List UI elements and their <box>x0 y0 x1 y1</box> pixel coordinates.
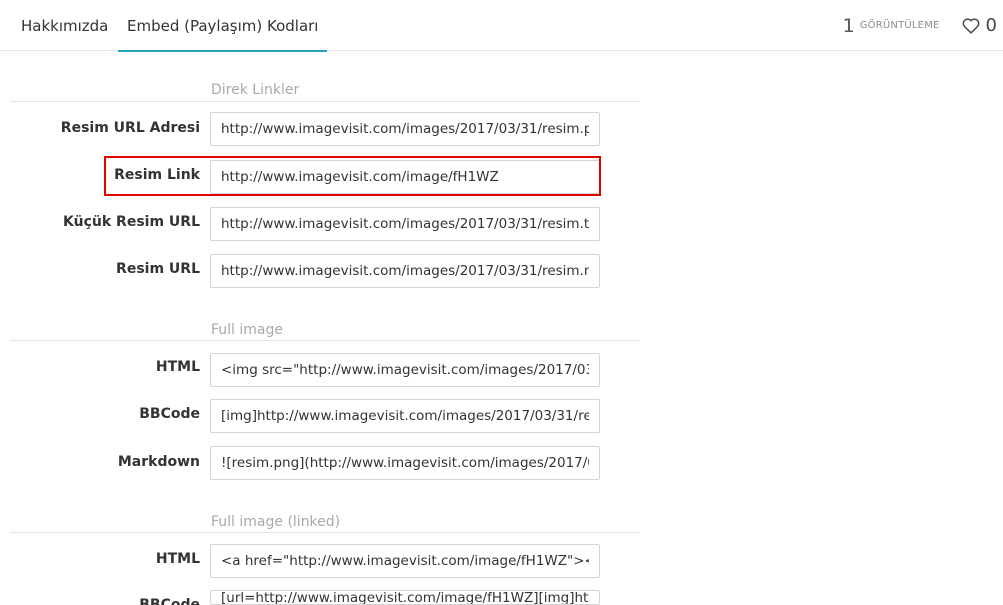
image-stats: 1 GÖRÜNTÜLEME 0 <box>843 0 997 51</box>
like-button[interactable]: 0 <box>962 15 997 36</box>
label-linked-bbcode: BBCode <box>139 597 200 605</box>
section-divider <box>10 101 640 102</box>
label-thumbnail-url: Küçük Resim URL <box>63 214 200 230</box>
section-title-direct-links: Direk Linkler <box>211 82 300 98</box>
tab-embed-codes[interactable]: Embed (Paylaşım) Kodları <box>118 0 327 52</box>
views-label: GÖRÜNTÜLEME <box>859 20 940 31</box>
full-bbcode-field[interactable] <box>210 399 600 433</box>
label-image-url: Resim URL Adresi <box>60 120 200 136</box>
medium-url-field[interactable] <box>210 254 600 288</box>
linked-bbcode-field[interactable] <box>210 590 600 605</box>
section-divider <box>10 532 640 533</box>
label-html: HTML <box>155 359 200 375</box>
likes-count: 0 <box>985 15 997 36</box>
heart-icon <box>962 17 979 34</box>
tab-about[interactable]: Hakkımızda <box>21 0 108 51</box>
views-count: 1 <box>842 14 855 37</box>
thumbnail-url-field[interactable] <box>210 207 600 241</box>
section-title-full-image: Full image <box>211 322 283 338</box>
image-url-field[interactable] <box>210 112 600 146</box>
full-html-field[interactable] <box>210 353 600 387</box>
label-linked-html: HTML <box>155 551 200 567</box>
highlight-annotation <box>104 156 601 196</box>
linked-html-field[interactable] <box>210 544 600 578</box>
section-title-full-image-linked: Full image (linked) <box>211 514 341 530</box>
embed-codes-page: Hakkımızda Embed (Paylaşım) Kodları 1 GÖ… <box>0 0 1003 605</box>
tab-bar: Hakkımızda Embed (Paylaşım) Kodları 1 GÖ… <box>0 0 1003 52</box>
label-medium-url: Resim URL <box>116 261 200 277</box>
full-markdown-field[interactable] <box>210 446 600 480</box>
label-bbcode: BBCode <box>139 406 200 422</box>
section-divider <box>10 340 640 341</box>
label-markdown: Markdown <box>117 454 200 470</box>
